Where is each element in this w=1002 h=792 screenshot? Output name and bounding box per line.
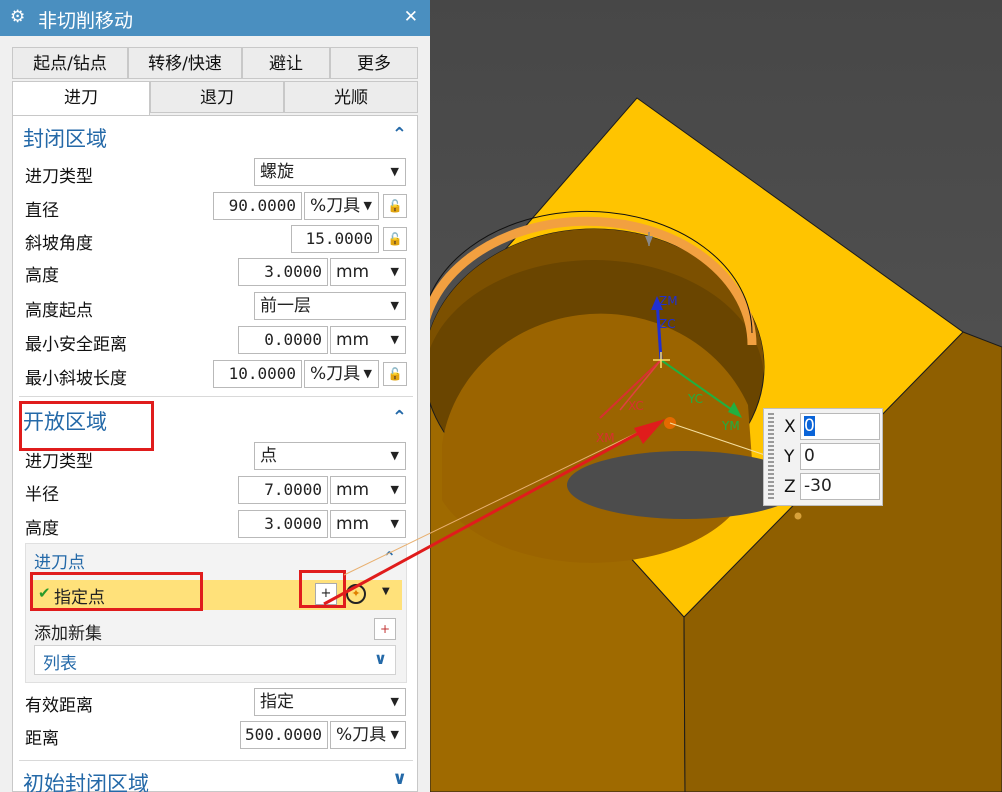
dialog-title: 非切削移动 — [38, 10, 134, 32]
add-new-set-label: 添加新集 — [34, 624, 102, 644]
valid-distance-label: 有效距离 — [25, 696, 93, 716]
ramp-angle-input[interactable]: 15.0000 — [291, 225, 379, 253]
lock-icon[interactable]: 🔓 — [383, 227, 407, 251]
distance-label: 距离 — [25, 729, 59, 749]
dropdown-arrow-icon: ▼ — [363, 199, 372, 212]
chevron-up-icon[interactable]: ⌃ — [392, 124, 407, 145]
dropdown-arrow-icon: ▼ — [390, 265, 399, 278]
list-label: 列表 — [43, 654, 77, 674]
diameter-label: 直径 — [25, 201, 59, 221]
drag-handle[interactable] — [768, 413, 774, 501]
tab-row-2: 进刀 退刀 光顺 — [12, 81, 418, 116]
min-clearance-unit-select[interactable]: mm ▼ — [330, 326, 406, 354]
initial-closed-region-title[interactable]: 初始封闭区域 — [23, 768, 149, 792]
height-label: 高度 — [25, 266, 59, 286]
add-set-icon[interactable]: + — [374, 618, 396, 640]
tab-retract[interactable]: 退刀 — [150, 81, 284, 113]
axis-label-zc: ZC — [659, 317, 676, 331]
entry-point-title[interactable]: 进刀点 — [34, 548, 85, 573]
radius-unit-select[interactable]: mm ▼ — [330, 476, 406, 504]
tab-content: 封闭区域 ⌃ 进刀类型 螺旋 ▼ 直径 90.0000 %刀具 ▼ 🔓 斜坡角度 1… — [12, 115, 418, 792]
point-type-icon[interactable]: ✦ — [346, 584, 366, 604]
dropdown-arrow-icon: ▼ — [390, 517, 399, 530]
graphics-viewport[interactable]: ZM ZC XC XM YC YM — [430, 0, 1002, 792]
close-icon[interactable]: ✕ — [404, 7, 418, 27]
z-label: Z — [784, 477, 796, 497]
dialog-title-bar: ⚙ 非切削移动 ✕ — [0, 0, 430, 36]
tab-more[interactable]: 更多 — [330, 47, 418, 79]
axis-label-zm: ZM — [659, 294, 678, 308]
radius-label: 半径 — [25, 485, 59, 505]
y-coordinate-input[interactable]: 0 — [800, 443, 880, 470]
height-from-select[interactable]: 前一层 ▼ — [254, 292, 406, 320]
z-coordinate-input[interactable]: -30 — [800, 473, 880, 500]
dropdown-arrow-icon: ▼ — [390, 483, 399, 496]
specify-point-label: 指定点 — [54, 588, 105, 608]
dropdown-arrow-icon[interactable]: ▼ — [382, 586, 390, 597]
x-label: X — [784, 417, 796, 437]
tab-start-drill-point[interactable]: 起点/钻点 — [12, 47, 128, 79]
distance-unit-select[interactable]: %刀具 ▼ — [330, 721, 406, 749]
tab-engage[interactable]: 进刀 — [12, 81, 150, 116]
radius-input[interactable]: 7.0000 — [238, 476, 328, 504]
tab-avoidance[interactable]: 避让 — [242, 47, 330, 79]
axis-label-ym: YM — [721, 419, 740, 433]
chevron-down-icon[interactable]: ∨ — [374, 649, 387, 668]
open-height-label: 高度 — [25, 519, 59, 539]
lock-icon[interactable]: 🔓 — [383, 194, 407, 218]
tab-transfer-rapid[interactable]: 转移/快速 — [128, 47, 242, 79]
handle-dot — [794, 512, 802, 520]
closed-entry-type-label: 进刀类型 — [25, 167, 93, 187]
chevron-up-icon[interactable]: ⌃ — [392, 407, 407, 428]
height-unit-select[interactable]: mm ▼ — [330, 258, 406, 286]
dropdown-arrow-icon: ▼ — [363, 367, 372, 380]
axis-label-yc: YC — [687, 392, 703, 406]
dropdown-arrow-icon: ▼ — [390, 449, 399, 462]
dropdown-arrow-icon: ▼ — [390, 333, 399, 346]
gear-icon: ⚙ — [10, 7, 26, 27]
dropdown-arrow-icon: ▼ — [390, 695, 399, 708]
open-region-title[interactable]: 开放区域 — [23, 406, 107, 436]
min-ramp-length-input[interactable]: 10.0000 — [213, 360, 302, 388]
axis-label-xm: XM — [596, 431, 615, 445]
x-coordinate-input[interactable]: 0 — [800, 413, 880, 440]
diameter-unit-select[interactable]: %刀具 ▼ — [304, 192, 379, 220]
check-icon: ✔ — [38, 584, 51, 602]
open-height-unit-select[interactable]: mm ▼ — [330, 510, 406, 538]
height-input[interactable]: 3.0000 — [238, 258, 328, 286]
min-clearance-label: 最小安全距离 — [25, 335, 127, 355]
open-entry-type-select[interactable]: 点 ▼ — [254, 442, 406, 470]
diameter-input[interactable]: 90.0000 — [213, 192, 302, 220]
part-model[interactable]: ZM ZC XC XM YC YM — [430, 0, 1002, 792]
tab-row-1: 起点/钻点 转移/快速 避让 更多 — [12, 47, 418, 81]
chevron-down-icon[interactable]: ∨ — [392, 768, 407, 789]
point-dialog-icon[interactable]: + — [315, 583, 337, 605]
chevron-up-icon[interactable]: ⌃ — [383, 548, 396, 567]
lock-icon[interactable]: 🔓 — [383, 362, 407, 386]
axis-label-xc: XC — [628, 399, 644, 413]
tab-smoothing[interactable]: 光顺 — [284, 81, 418, 113]
list-expander[interactable]: 列表 ∨ — [34, 645, 396, 675]
distance-input[interactable]: 500.0000 — [240, 721, 328, 749]
entry-point-group: 进刀点 ⌃ ✔ 指定点 + ✦ ▼ 添加新集 + 列表 ∨ — [25, 543, 407, 683]
open-height-input[interactable]: 3.0000 — [238, 510, 328, 538]
coordinate-input-popup: X 0 Y 0 Z -30 — [763, 408, 883, 506]
dropdown-arrow-icon: ▼ — [390, 728, 399, 741]
ramp-angle-label: 斜坡角度 — [25, 234, 93, 254]
open-entry-type-label: 进刀类型 — [25, 452, 93, 472]
y-label: Y — [784, 447, 795, 467]
specify-point-row[interactable]: ✔ 指定点 + ✦ ▼ — [32, 580, 402, 610]
closed-region-title[interactable]: 封闭区域 — [23, 123, 107, 153]
dropdown-arrow-icon: ▼ — [390, 299, 399, 312]
non-cutting-moves-dialog: ⚙ 非切削移动 ✕ 起点/钻点 转移/快速 避让 更多 进刀 退刀 光顺 封闭区… — [0, 0, 430, 792]
min-ramp-length-label: 最小斜坡长度 — [25, 369, 127, 389]
valid-distance-select[interactable]: 指定 ▼ — [254, 688, 406, 716]
min-clearance-input[interactable]: 0.0000 — [238, 326, 328, 354]
dropdown-arrow-icon: ▼ — [390, 165, 399, 178]
closed-entry-type-select[interactable]: 螺旋 ▼ — [254, 158, 406, 186]
height-from-label: 高度起点 — [25, 301, 93, 321]
min-ramp-length-unit-select[interactable]: %刀具 ▼ — [304, 360, 379, 388]
